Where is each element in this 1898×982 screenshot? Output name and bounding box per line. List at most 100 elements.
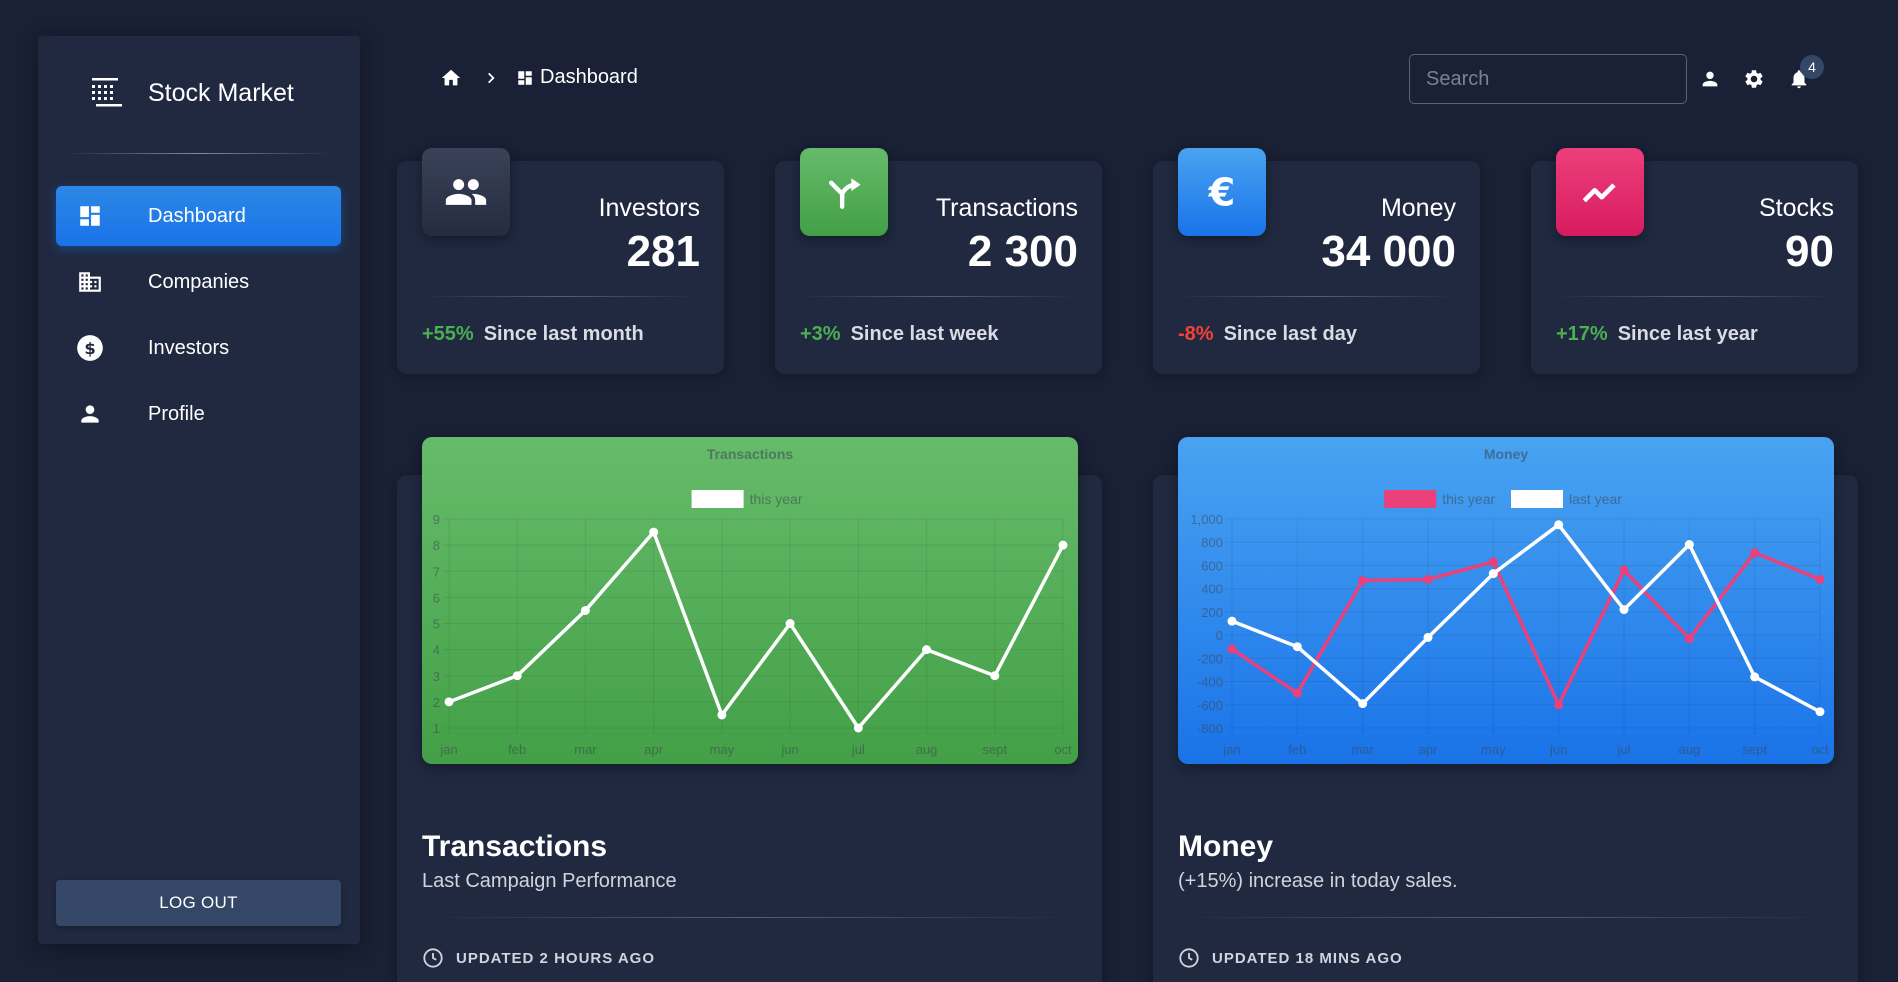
data-point: [1815, 574, 1825, 584]
chart-panel: Money this year last year -800 -600 -400 -200 0…: [1178, 437, 1834, 764]
dashboard-icon: [518, 70, 532, 85]
y-tick-label: 5: [433, 617, 440, 632]
data-point: [1292, 688, 1302, 698]
y-tick-label: 0: [1216, 628, 1223, 643]
x-tick-label: jun: [1549, 742, 1567, 757]
divider: [421, 296, 700, 297]
chart-card-transactions: Transactions this year 1 2 3 4 5 6 7 8 9 jan feb mar a…: [397, 437, 1102, 982]
people-icon: [422, 148, 510, 236]
divider: [799, 296, 1078, 297]
svg-text:€: €: [1208, 170, 1236, 215]
stat-change: +17%: [1556, 323, 1608, 345]
stat-change: -8%: [1178, 323, 1214, 345]
data-point: [717, 710, 727, 720]
stat-since: Since last month: [483, 323, 644, 345]
x-tick-label: feb: [508, 742, 526, 757]
logout-button[interactable]: LOG OUT: [56, 880, 341, 926]
y-tick-label: 400: [1201, 582, 1223, 597]
updated-status: UPDATED 18 MINS AGO: [1178, 947, 1403, 969]
euro-icon: €: [1178, 148, 1266, 236]
data-point: [1423, 632, 1433, 642]
chart-card-money: Money this year last year -800 -600 -400 -200 0…: [1153, 437, 1858, 982]
clock-icon: [423, 948, 443, 968]
search-input[interactable]: [1409, 54, 1687, 104]
x-tick-label: apr: [644, 742, 663, 757]
y-tick-label: -400: [1197, 675, 1223, 690]
stat-since: Since last week: [850, 323, 999, 345]
x-tick-label: jan: [439, 742, 457, 757]
card-title: Money: [1178, 830, 1274, 863]
x-tick-label: apr: [1419, 742, 1438, 757]
data-point: [1554, 700, 1564, 710]
legend-label: this year: [1442, 491, 1495, 507]
data-point: [1358, 576, 1368, 586]
divider: [1177, 917, 1834, 918]
data-point: [649, 527, 659, 537]
stat-since: Since last year: [1617, 323, 1758, 345]
x-tick-label: jul: [851, 742, 865, 757]
sidebar-item-label: Investors: [148, 336, 230, 359]
transactions-chart: Transactions this year 1 2 3 4 5 6 7 8 9 jan feb mar a…: [433, 446, 1072, 757]
dollar-circle-icon: $: [76, 334, 104, 362]
stat-card-investors: Investors 281 +55% Since last month: [397, 148, 724, 374]
money-chart: Money this year last year -800 -600 -400 -200 0…: [1190, 446, 1829, 757]
x-tick-label: feb: [1288, 742, 1306, 757]
home-icon[interactable]: [440, 67, 462, 89]
divider: [421, 917, 1078, 918]
x-tick-label: mar: [574, 742, 597, 757]
stat-change: +3%: [800, 323, 841, 345]
y-tick-label: 3: [433, 669, 440, 684]
brand[interactable]: Stock Market: [90, 76, 294, 110]
data-point: [1750, 548, 1760, 558]
data-point: [785, 619, 795, 628]
sidebar: Stock Market Dashboard Companies $ Inves…: [38, 36, 360, 944]
y-tick-label: 2: [433, 695, 440, 710]
y-tick-label: 6: [433, 590, 440, 605]
sidebar-item-investors[interactable]: $ Investors: [56, 318, 341, 378]
trending-up-icon: [1556, 148, 1644, 236]
chart-panel: Transactions this year 1 2 3 4 5 6 7 8 9 jan feb mar a…: [422, 437, 1078, 764]
card-title: Transactions: [422, 830, 608, 863]
legend-label: this year: [750, 491, 803, 507]
stat-footer: +3% Since last week: [800, 323, 998, 346]
clock-icon: [1179, 948, 1199, 968]
sidebar-item-profile[interactable]: Profile: [56, 384, 341, 444]
stat-title: Money: [1380, 194, 1456, 222]
y-tick-label: 7: [433, 564, 440, 579]
merge-arrows-icon: [800, 148, 888, 236]
data-point: [1815, 707, 1825, 717]
gear-icon[interactable]: [1743, 68, 1765, 90]
sidebar-item-companies[interactable]: Companies: [56, 252, 341, 312]
x-tick-label: may: [1481, 742, 1506, 757]
divider: [1177, 296, 1456, 297]
sidebar-item-label: Profile: [148, 402, 205, 425]
stat-card-stocks: Stocks 90 +17% Since last year: [1531, 148, 1858, 374]
stat-title: Investors: [598, 194, 700, 222]
series-line: [448, 530, 1065, 730]
breadcrumb-current[interactable]: Dashboard: [540, 66, 638, 89]
data-point: [1750, 672, 1760, 682]
stat-title: Transactions: [935, 194, 1078, 222]
y-tick-label: 9: [433, 512, 440, 527]
account-icon[interactable]: [1699, 68, 1721, 90]
svg-text:$: $: [84, 339, 95, 358]
stat-footer: +17% Since last year: [1556, 323, 1758, 346]
x-tick-label: sept: [1742, 742, 1767, 757]
data-point: [1423, 574, 1433, 584]
stat-value: 281: [626, 227, 700, 276]
chart-title: Money: [1484, 446, 1529, 462]
stat-change: +55%: [422, 323, 474, 345]
sidebar-item-dashboard[interactable]: Dashboard: [56, 186, 341, 246]
legend-swatch: [1511, 490, 1563, 508]
data-point: [922, 645, 932, 655]
y-tick-label: 8: [433, 538, 440, 553]
series-line: [1231, 523, 1821, 714]
x-tick-label: oct: [1811, 742, 1829, 757]
x-tick-label: mar: [1351, 742, 1374, 757]
data-point: [1358, 699, 1368, 709]
y-tick-label: 1,000: [1190, 512, 1223, 527]
data-point: [990, 671, 1000, 681]
stat-title: Stocks: [1758, 194, 1834, 222]
chart-title: Transactions: [707, 446, 794, 462]
data-point: [1488, 569, 1498, 579]
